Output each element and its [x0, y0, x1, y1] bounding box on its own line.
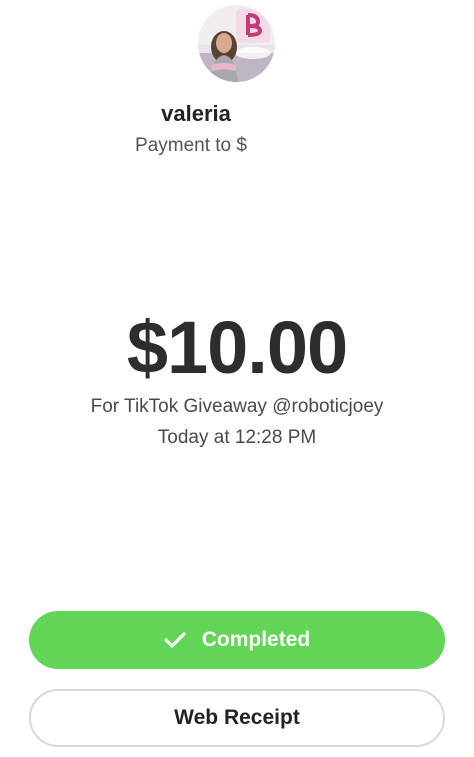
payment-amount: $10.00 — [126, 306, 348, 389]
web-receipt-button[interactable]: Web Receipt — [29, 689, 445, 747]
avatar-photo — [198, 5, 275, 82]
payment-note: For TikTok Giveaway @roboticjoey — [90, 396, 384, 417]
payment-detail-screen: valeria Payment to $ $10.00 For TikTok G… — [0, 0, 474, 757]
completed-button[interactable]: Completed — [29, 611, 445, 669]
payment-timestamp: Today at 12:28 PM — [157, 427, 317, 448]
recipient-name: valeria — [161, 101, 231, 126]
checkmark-icon — [164, 631, 186, 649]
completed-label: Completed — [201, 628, 311, 651]
avatar[interactable] — [198, 5, 275, 82]
payment-to-label: Payment to $ — [135, 135, 247, 156]
web-receipt-label: Web Receipt — [174, 706, 300, 729]
